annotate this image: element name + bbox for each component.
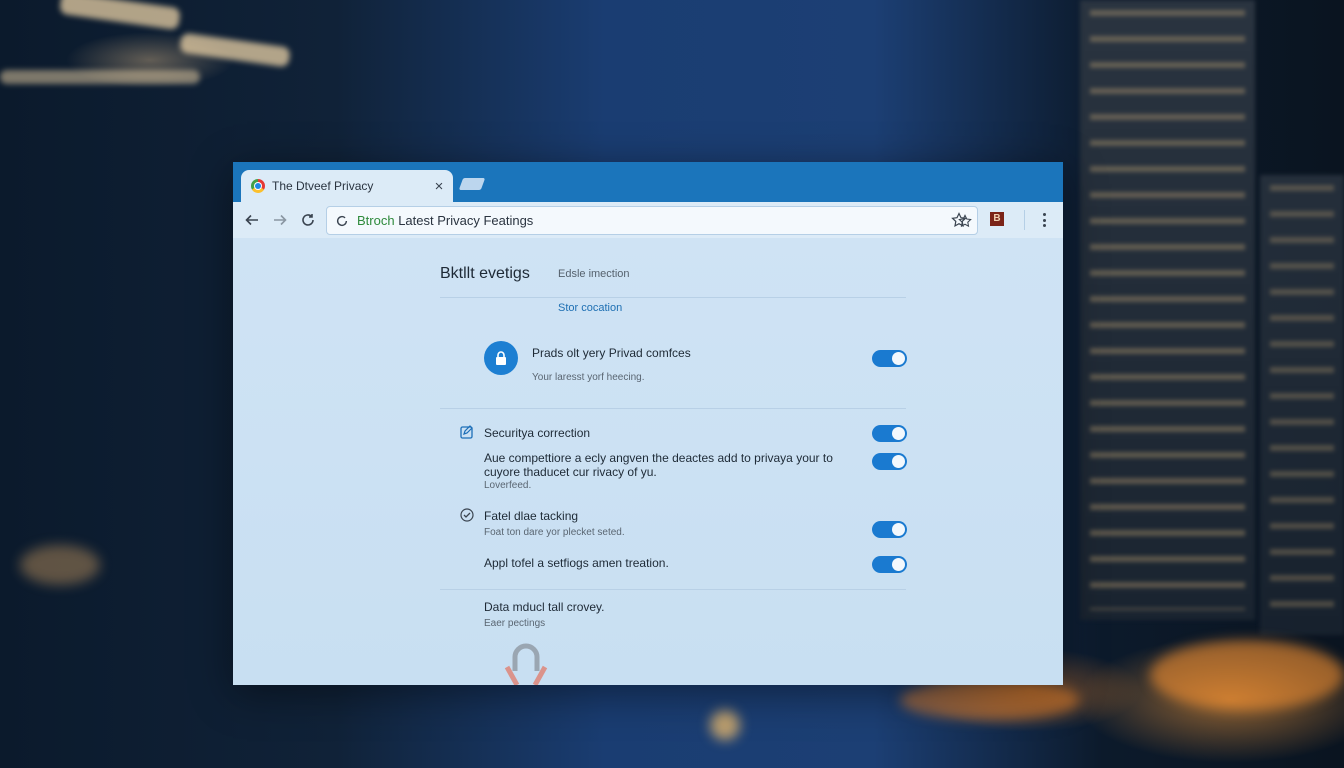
- settings-page: Bktllt evetigs Edsle imection Stor cocat…: [233, 238, 1063, 685]
- ceiling-light: [59, 0, 181, 31]
- setting-subtitle: Your laresst yorf heecing.: [532, 372, 645, 383]
- footer-title: Data mducl tall crovey.: [484, 600, 605, 614]
- address-bar[interactable]: Btroch Latest Privacy Featings: [326, 206, 978, 235]
- skyscraper: [1080, 0, 1255, 620]
- setting-title: Aue compettiore a ecly angven the deacte…: [484, 451, 833, 465]
- footer-subtitle: Eaer pectings: [484, 618, 546, 629]
- back-arrow-icon: [245, 214, 258, 226]
- toggle-switch[interactable]: [872, 453, 907, 470]
- reload-icon: [336, 215, 348, 226]
- close-icon[interactable]: ×: [429, 178, 449, 195]
- address-bar-highlight: Btroch: [357, 213, 395, 228]
- setting-title-line2: cuyore thaducet cur rivacy of yu.: [484, 465, 657, 479]
- page-subtitle: Edsle imection: [558, 268, 630, 280]
- menu-icon[interactable]: [1037, 210, 1051, 230]
- back-button[interactable]: [238, 206, 266, 234]
- tab-strip: The Dtveef Privacy ×: [233, 162, 1063, 202]
- check-circle-icon: [460, 508, 474, 522]
- bookmarks-button[interactable]: [950, 211, 968, 229]
- new-tab-button[interactable]: [458, 178, 486, 190]
- browser-favicon-icon: [251, 179, 265, 193]
- browser-window: The Dtveef Privacy × Btroch Latest Priva…: [233, 162, 1063, 685]
- setting-title: Appl tofel a setfiogs amen treation.: [484, 556, 669, 570]
- forward-button[interactable]: [266, 206, 294, 234]
- forward-arrow-icon: [274, 214, 287, 226]
- page-title: Bktllt evetigs: [440, 265, 530, 282]
- divider: [440, 297, 906, 298]
- reload-icon: [302, 214, 314, 226]
- lock-icon: [496, 351, 506, 365]
- reload-button[interactable]: [294, 206, 322, 234]
- edit-icon: [460, 425, 473, 439]
- divider: [440, 408, 906, 409]
- toggle-switch[interactable]: [872, 425, 907, 442]
- setting-subtitle: Loverfeed.: [484, 480, 532, 491]
- setting-title: Fatel dlae tacking: [484, 509, 579, 523]
- toolbar: Btroch Latest Privacy Featings B: [233, 202, 1063, 238]
- toggle-switch[interactable]: [872, 350, 907, 367]
- lock-icon: [504, 643, 548, 685]
- city-lights: [20, 545, 100, 585]
- extension-icon[interactable]: B: [990, 212, 1004, 226]
- toggle-switch[interactable]: [872, 556, 907, 573]
- skyscraper: [1260, 175, 1344, 635]
- address-bar-text: Btroch Latest Privacy Featings: [357, 213, 953, 228]
- tab-title: The Dtveef Privacy: [272, 179, 374, 193]
- store-location-link[interactable]: Stor cocation: [558, 302, 622, 314]
- city-lights: [710, 710, 740, 740]
- divider: [440, 589, 906, 590]
- toolbar-divider: [1024, 210, 1025, 230]
- city-lights: [900, 680, 1080, 720]
- ceiling-light: [0, 70, 200, 84]
- star-icon: [951, 212, 967, 228]
- setting-title: Securitya correction: [484, 426, 591, 440]
- toggle-switch[interactable]: [872, 521, 907, 538]
- setting-title: Prads olt yery Privad comfces: [532, 346, 691, 360]
- city-lights: [1150, 640, 1344, 710]
- setting-subtitle: Foat ton dare yor plecket seted.: [484, 527, 625, 538]
- ceiling-light: [179, 32, 291, 68]
- address-bar-query: Latest Privacy Featings: [394, 213, 534, 228]
- tab-active[interactable]: The Dtveef Privacy ×: [241, 170, 453, 202]
- lock-badge: [484, 341, 518, 375]
